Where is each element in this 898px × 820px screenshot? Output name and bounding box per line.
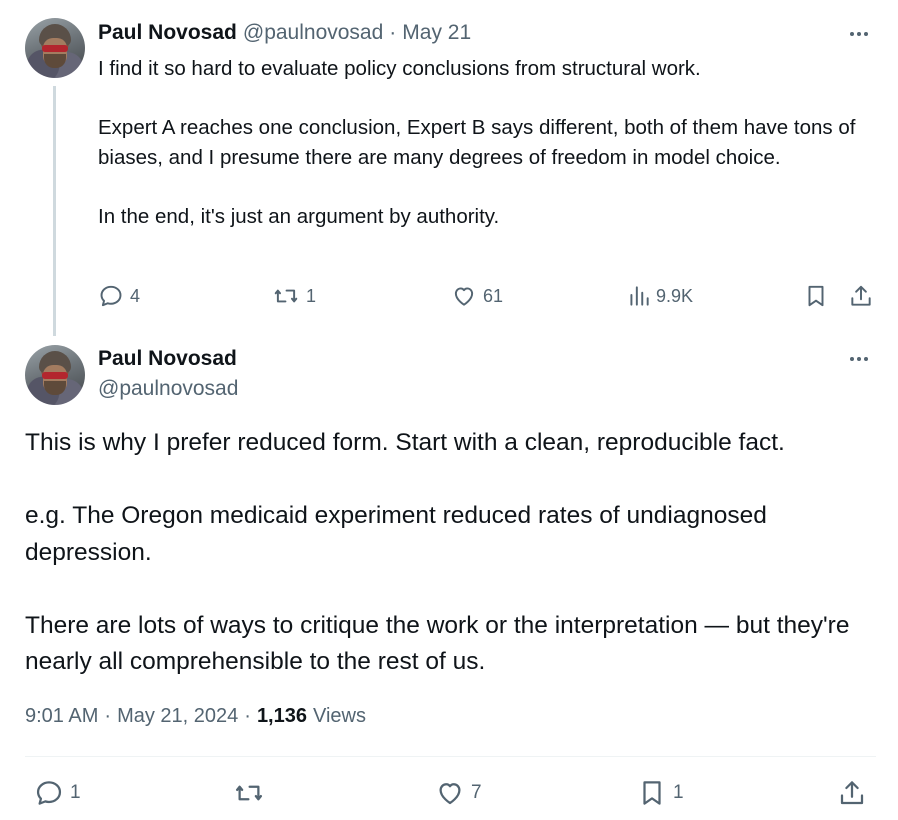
views-count: 9.9K xyxy=(656,285,694,306)
tweet1-paragraph: Expert A reaches one conclusion, Expert … xyxy=(98,116,856,169)
share-button[interactable] xyxy=(848,283,874,309)
like-count: 7 xyxy=(471,782,482,803)
tweet1-paragraph: I find it so hard to evaluate policy con… xyxy=(98,57,701,80)
retweet-button[interactable] xyxy=(232,778,266,808)
views-label: Views xyxy=(313,705,366,727)
bookmark-button[interactable]: 1 xyxy=(637,778,684,808)
retweet-button[interactable]: 1 xyxy=(272,283,316,309)
avatar-tweet2[interactable] xyxy=(25,345,85,405)
like-icon xyxy=(454,287,474,306)
reply-count: 4 xyxy=(130,285,141,306)
like-icon xyxy=(439,783,461,805)
tweet-full-date[interactable]: May 21, 2024 xyxy=(117,705,238,728)
share-icon xyxy=(851,285,871,306)
more-icon[interactable] xyxy=(850,357,868,361)
tweet-date[interactable]: May 21 xyxy=(402,21,471,45)
meta-separator: · xyxy=(389,21,397,44)
bookmark-button[interactable] xyxy=(803,283,829,309)
tweet2-text: This is why I prefer reduced form. Start… xyxy=(25,425,855,681)
retweet-icon xyxy=(236,785,262,801)
divider xyxy=(25,756,876,757)
reply-count: 1 xyxy=(70,782,81,803)
thread-line xyxy=(53,86,56,336)
avatar-tweet1[interactable] xyxy=(25,18,85,78)
like-count: 61 xyxy=(483,285,504,306)
tweet-time[interactable]: 9:01 AM xyxy=(25,705,98,728)
view-count: 1,136 xyxy=(256,705,307,727)
tweet1-paragraph: In the end, it's just an argument by aut… xyxy=(98,204,500,228)
like-button[interactable]: 7 xyxy=(435,778,482,808)
reply-icon xyxy=(36,781,62,805)
reply-button[interactable]: 1 xyxy=(34,778,81,808)
share-icon xyxy=(840,781,864,805)
author-handle[interactable]: @paulnovosad xyxy=(243,21,383,45)
retweet-icon xyxy=(274,289,298,303)
author-handle[interactable]: @paulnovosad xyxy=(98,377,238,401)
views-button[interactable]: 9.9K xyxy=(626,283,693,309)
tweet1-header: Paul Novosad @paulnovosad · May 21 xyxy=(98,21,471,45)
reply-button[interactable]: 4 xyxy=(98,283,140,309)
reply-icon xyxy=(100,285,122,307)
share-button[interactable] xyxy=(837,778,867,808)
tweet2-meta: 9:01 AM · May 21, 2024 · 1,136 Views xyxy=(25,705,366,728)
meta-separator: · xyxy=(244,705,251,727)
tweet2-paragraph: There are lots of ways to critique the w… xyxy=(25,611,850,676)
retweet-count: 1 xyxy=(306,285,317,306)
bookmark-icon xyxy=(808,285,824,307)
author-name[interactable]: Paul Novosad xyxy=(98,347,237,371)
tweet2-paragraph: e.g. The Oregon medicaid experiment redu… xyxy=(25,502,767,566)
tweet1-text: I find it so hard to evaluate policy con… xyxy=(98,54,858,231)
more-icon[interactable] xyxy=(850,32,868,36)
bookmark-icon xyxy=(643,781,661,805)
like-button[interactable]: 61 xyxy=(451,283,503,309)
bookmark-count: 1 xyxy=(673,782,684,803)
tweet2-paragraph: This is why I prefer reduced form. Start… xyxy=(25,429,785,456)
author-name[interactable]: Paul Novosad xyxy=(98,21,237,45)
views-icon xyxy=(630,286,649,306)
meta-separator: · xyxy=(104,705,112,727)
